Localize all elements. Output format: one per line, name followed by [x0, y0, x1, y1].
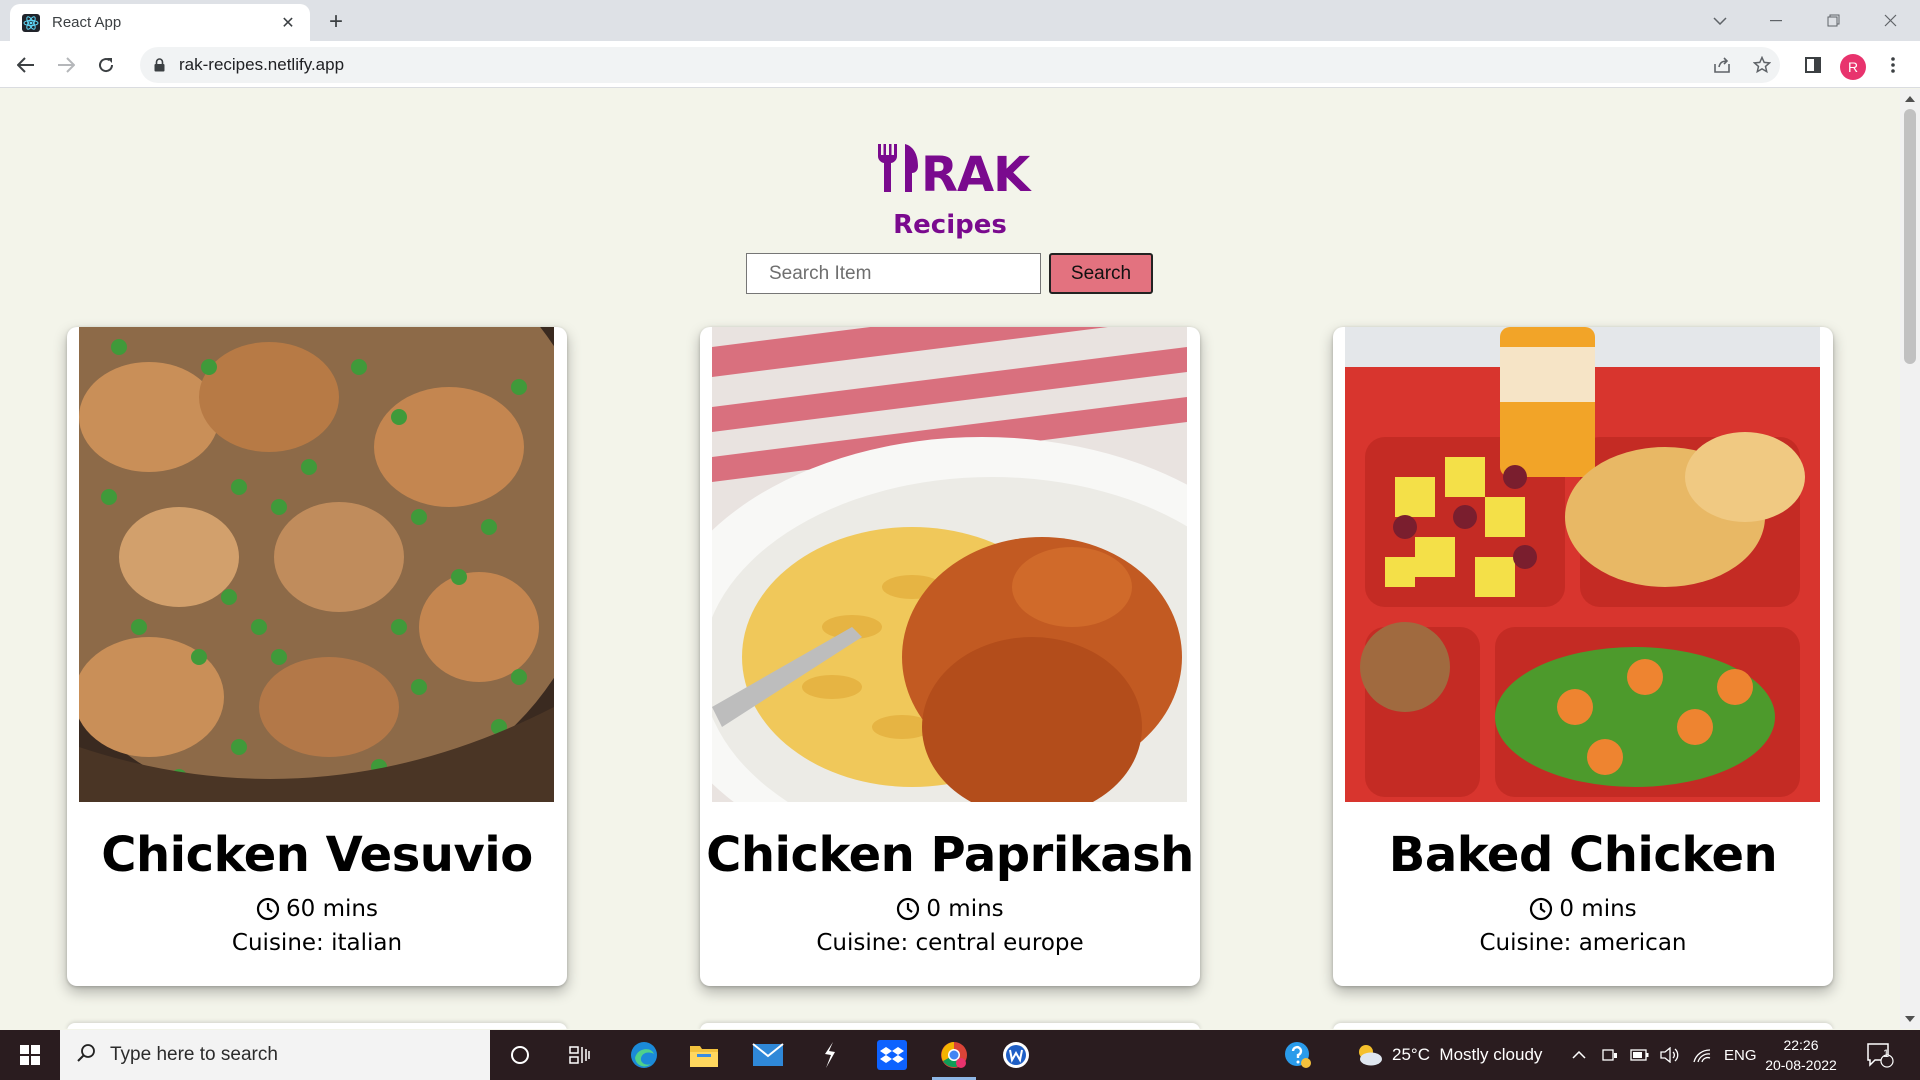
scrollbar-thumb[interactable]	[1904, 109, 1916, 364]
close-window-icon[interactable]	[1870, 0, 1910, 41]
address-bar[interactable]: rak-recipes.netlify.app	[140, 47, 1780, 83]
page-subtitle: Recipes	[893, 210, 1007, 240]
page-scrollbar[interactable]	[1900, 89, 1920, 1029]
logo-text: RAK	[921, 147, 1030, 203]
scroll-up-arrow-icon[interactable]	[1905, 96, 1915, 102]
next-row-card-edge	[1333, 1023, 1833, 1029]
recipe-cuisine: Cuisine: american	[1479, 930, 1687, 956]
taskbar-time: 22:26	[1783, 1037, 1819, 1053]
react-icon	[22, 13, 40, 32]
taskbar-search-placeholder: Type here to search	[110, 1044, 278, 1065]
task-view-icon[interactable]	[552, 1030, 608, 1080]
help-icon[interactable]	[1270, 1030, 1326, 1080]
dropbox-icon[interactable]	[864, 1030, 920, 1080]
baked-chicken-photo[interactable]	[1345, 327, 1820, 802]
word-app-icon[interactable]	[988, 1030, 1044, 1080]
recipe-time: 60 mins	[67, 896, 567, 922]
back-icon[interactable]	[10, 49, 42, 81]
recipe-time: 0 mins	[700, 896, 1200, 922]
search-input[interactable]	[746, 253, 1041, 294]
app-shortcut-icon[interactable]	[802, 1030, 858, 1080]
cloudy-weather-icon	[1354, 1043, 1384, 1067]
recipe-name: Chicken Paprikash	[706, 827, 1194, 883]
notification-icon[interactable]: 1	[1866, 1030, 1894, 1080]
url-text: rak-recipes.netlify.app	[179, 55, 345, 74]
profile-avatar[interactable]: R	[1840, 54, 1866, 80]
clock-icon	[896, 897, 920, 921]
battery-icon[interactable]	[1630, 1030, 1650, 1080]
clock-icon	[256, 897, 280, 921]
browser-tab-bar: React App ✕ +	[0, 0, 1920, 41]
recipe-card[interactable]: Chicken Vesuvio 60 mins Cuisine: italian	[67, 327, 567, 986]
browser-tab[interactable]: React App ✕	[10, 4, 310, 41]
wifi-icon[interactable]	[1692, 1030, 1712, 1080]
clock-icon	[1529, 897, 1553, 921]
cortana-icon[interactable]	[492, 1030, 548, 1080]
scroll-down-arrow-icon[interactable]	[1905, 1016, 1915, 1022]
taskbar-clock[interactable]: 22:26 20-08-2022	[1756, 1035, 1846, 1075]
close-tab-icon[interactable]: ✕	[278, 13, 298, 33]
recipe-time: 0 mins	[1333, 896, 1833, 922]
chicken-vesuvio-photo[interactable]	[79, 327, 554, 802]
mail-icon[interactable]	[740, 1030, 796, 1080]
weather-widget[interactable]: 25°C Mostly cloudy	[1354, 1030, 1542, 1080]
file-explorer-icon[interactable]	[676, 1030, 732, 1080]
recipe-cuisine: Cuisine: italian	[231, 930, 403, 956]
share-icon[interactable]	[1706, 49, 1738, 81]
recipe-time-value: 0 mins	[926, 896, 1004, 922]
windows-start-icon[interactable]	[0, 1030, 60, 1080]
edge-browser-icon[interactable]	[616, 1030, 672, 1080]
taskbar-search-box[interactable]: Type here to search	[60, 1030, 490, 1080]
recipe-card[interactable]: Chicken Paprikash 0 mins Cuisine: centra…	[700, 327, 1200, 986]
taskbar-date: 20-08-2022	[1765, 1057, 1837, 1073]
menu-kebab-icon[interactable]	[1877, 49, 1909, 81]
recipe-time-value: 0 mins	[1559, 896, 1637, 922]
search-icon	[76, 1043, 96, 1068]
new-tab-button[interactable]: +	[322, 8, 350, 36]
device-icon[interactable]	[1602, 1030, 1618, 1080]
reload-icon[interactable]	[90, 49, 122, 81]
forward-icon[interactable]	[50, 49, 82, 81]
next-row-card-edge	[67, 1023, 567, 1029]
recipe-name: Chicken Vesuvio	[101, 827, 533, 883]
recipe-cuisine: Cuisine: central europe	[816, 930, 1084, 956]
tab-search-icon[interactable]	[1700, 0, 1740, 41]
recipe-name: Baked Chicken	[1388, 827, 1778, 883]
windows-taskbar: Type here to search 25°C Mostly cloudy E…	[0, 1030, 1920, 1080]
logo: RAK	[875, 142, 1030, 203]
fork-knife-icon	[875, 142, 921, 199]
bookmark-star-icon[interactable]	[1746, 49, 1778, 81]
search-button[interactable]: Search	[1049, 253, 1153, 294]
volume-icon[interactable]	[1660, 1030, 1680, 1080]
next-row-card-edge	[700, 1023, 1200, 1029]
restore-icon[interactable]	[1813, 0, 1853, 41]
chicken-paprikash-photo[interactable]	[712, 327, 1187, 802]
lock-icon[interactable]	[154, 58, 165, 72]
page-content: RAK Recipes Search Item Search Chicken V…	[0, 89, 1900, 1029]
weather-text: 25°C Mostly cloudy	[1392, 1045, 1543, 1064]
tab-title: React App	[52, 14, 122, 31]
side-panel-icon[interactable]	[1797, 49, 1829, 81]
browser-toolbar: rak-recipes.netlify.app R	[0, 41, 1920, 88]
language-indicator[interactable]: ENG	[1724, 1030, 1757, 1080]
chrome-icon[interactable]	[926, 1030, 982, 1080]
minimize-icon[interactable]	[1756, 0, 1796, 41]
notification-count: 1	[1883, 1048, 1890, 1060]
show-hidden-icons-chevron-icon[interactable]	[1572, 1030, 1586, 1080]
recipe-time-value: 60 mins	[286, 896, 378, 922]
recipe-card[interactable]: Baked Chicken 0 mins Cuisine: american	[1333, 327, 1833, 986]
